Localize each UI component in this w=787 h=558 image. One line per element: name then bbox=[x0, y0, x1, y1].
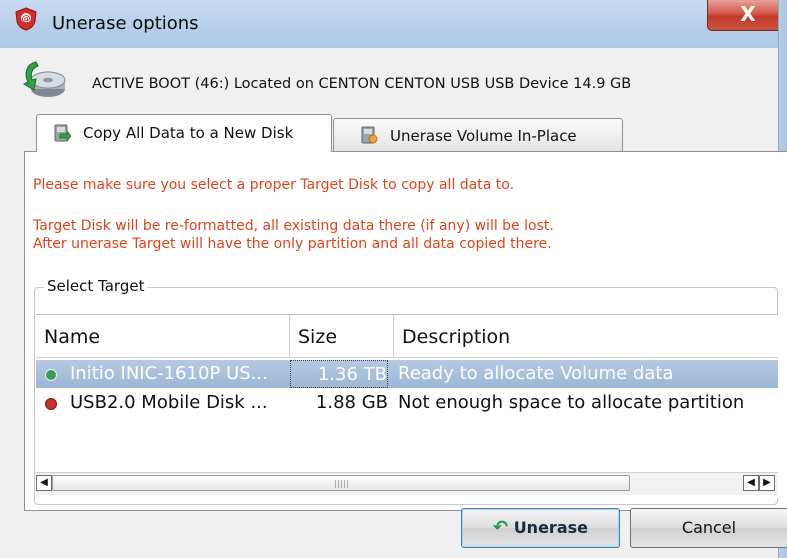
warning-line-1: Please make sure you select a proper Tar… bbox=[33, 177, 515, 193]
horizontal-scrollbar[interactable]: ◀ ◀ ▶ bbox=[36, 472, 778, 495]
scroll-right-button[interactable]: ▶ bbox=[759, 475, 775, 491]
warning-line-3: After unerase Target will have the only … bbox=[33, 236, 552, 252]
tab-unerase-in-place[interactable]: Unerase Volume In-Place bbox=[333, 118, 623, 152]
window-title: Unerase options bbox=[52, 13, 199, 34]
warning-line-2: Target Disk will be re-formatted, all ex… bbox=[33, 218, 554, 234]
table-row[interactable]: Initio INIC-1610P US... 1.36 TB Ready to… bbox=[36, 360, 778, 388]
row-name: Initio INIC-1610P US... bbox=[70, 363, 268, 384]
column-header-description[interactable]: Description bbox=[394, 315, 778, 357]
green-arrow-icon: ↶ bbox=[493, 517, 509, 538]
close-icon: X bbox=[740, 2, 756, 26]
row-size: 1.88 GB bbox=[315, 392, 388, 413]
scroll-left-button-2[interactable]: ◀ bbox=[743, 475, 759, 491]
table-row[interactable]: USB2.0 Mobile Disk ... 1.88 GB Not enoug… bbox=[36, 389, 778, 417]
scroll-left-button[interactable]: ◀ bbox=[36, 475, 52, 491]
scrollbar-thumb[interactable] bbox=[52, 475, 630, 491]
select-target-label: Select Target bbox=[44, 277, 148, 295]
copy-disk-icon bbox=[54, 124, 71, 142]
status-red-icon bbox=[45, 398, 57, 410]
unerase-button[interactable]: ↶ Unerase bbox=[461, 508, 620, 548]
app-shield-icon: @ bbox=[15, 7, 37, 31]
volume-disk-icon bbox=[361, 126, 378, 144]
tab-unerase-label: Unerase Volume In-Place bbox=[390, 127, 577, 145]
column-header-size[interactable]: Size bbox=[290, 315, 394, 357]
row-name: USB2.0 Mobile Disk ... bbox=[70, 392, 268, 413]
close-button[interactable]: X bbox=[707, 0, 787, 31]
row-description: Not enough space to allocate partition bbox=[398, 392, 745, 413]
tab-copy-all-data[interactable]: Copy All Data to a New Disk bbox=[36, 114, 332, 152]
recover-disk-icon bbox=[22, 61, 66, 97]
unerase-label: Unerase bbox=[513, 518, 588, 537]
svg-text:@: @ bbox=[22, 15, 31, 25]
status-green-icon bbox=[45, 369, 57, 381]
device-info: ACTIVE BOOT (46:) Located on CENTON CENT… bbox=[92, 76, 632, 92]
row-size: 1.36 TB bbox=[290, 360, 388, 388]
title-bar: @ Unerase options bbox=[0, 0, 787, 49]
column-header-name[interactable]: Name bbox=[36, 315, 290, 357]
table-header: Name Size Description bbox=[36, 315, 778, 358]
cancel-button[interactable]: Cancel bbox=[630, 508, 787, 548]
tab-copy-label: Copy All Data to a New Disk bbox=[83, 124, 294, 142]
grip-icon bbox=[335, 480, 349, 488]
row-description: Ready to allocate Volume data bbox=[398, 363, 674, 384]
